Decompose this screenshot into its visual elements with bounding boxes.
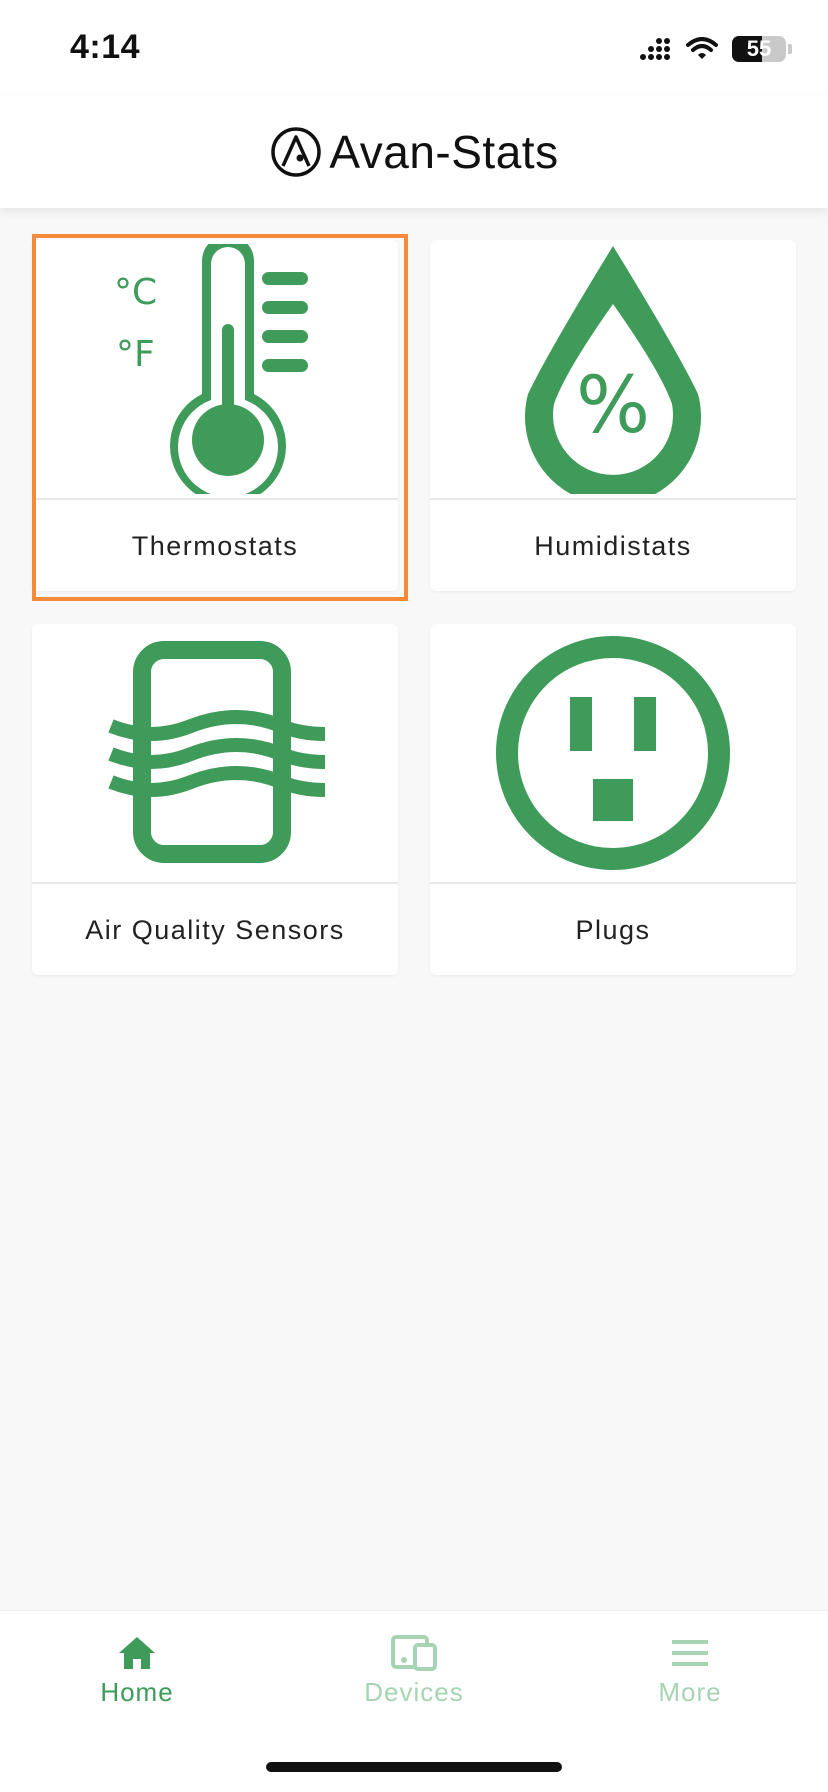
cellular-signal-icon (640, 38, 670, 60)
card-label: Plugs (575, 915, 651, 945)
tab-devices[interactable]: Devices (324, 1627, 504, 1737)
card-thermostats[interactable]: °C °F Thermostats (32, 240, 398, 591)
status-time: 4:14 (70, 28, 141, 66)
card-label: Humidistats (534, 531, 692, 561)
app-header: Avan-Stats (0, 96, 828, 208)
tab-label: Devices (364, 1677, 464, 1707)
air-filter-icon (108, 641, 326, 863)
home-icon (119, 1637, 155, 1669)
tab-label: Home (100, 1677, 174, 1707)
svg-text:%: % (576, 361, 650, 451)
battery-tip (788, 44, 792, 54)
card-image: °C °F (32, 240, 398, 500)
card-image: % (430, 240, 796, 500)
card-label: Thermostats (131, 531, 299, 561)
svg-text:°F: °F (116, 334, 155, 375)
humidity-drop-icon: % (525, 246, 701, 494)
thermometer-icon: °C °F (114, 244, 308, 494)
tab-more[interactable]: More (600, 1627, 780, 1737)
avan-logo-icon (271, 127, 322, 177)
brand: Avan-Stats (269, 125, 558, 179)
svg-text:°C: °C (114, 272, 157, 313)
card-air-quality-sensors[interactable]: Air Quality Sensors (32, 624, 398, 975)
status-bar: 4:14 55 (0, 0, 828, 96)
outlet-icon (496, 636, 730, 870)
wifi-icon (686, 37, 718, 59)
battery-level: 55 (746, 36, 772, 61)
battery-icon: 55 (732, 36, 786, 62)
home-indicator (266, 1762, 562, 1772)
status-icons: 55 (640, 34, 792, 64)
tab-label: More (658, 1677, 722, 1707)
card-image (32, 624, 398, 884)
card-humidistats[interactable]: % Humidistats (430, 240, 796, 591)
card-plugs[interactable]: Plugs (430, 624, 796, 975)
devices-icon (391, 1635, 437, 1671)
tab-home[interactable]: Home (47, 1627, 227, 1737)
menu-icon (672, 1640, 708, 1666)
app-title: Avan-Stats (329, 126, 559, 178)
card-image (430, 624, 796, 884)
card-label: Air Quality Sensors (85, 915, 345, 945)
